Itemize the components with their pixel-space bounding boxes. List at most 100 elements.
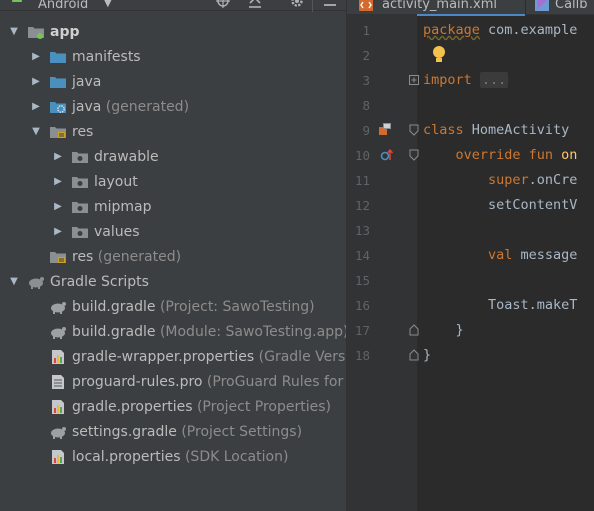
expand-arrow-right-icon[interactable]: ▶ <box>30 95 42 119</box>
tree-item[interactable]: ▶ layout <box>0 170 346 194</box>
code-line[interactable]: } <box>423 343 431 368</box>
line-number: 2 <box>362 48 370 63</box>
tree-item-label: res (generated) <box>72 245 181 269</box>
tree-item-hint: (Project Settings) <box>176 424 303 440</box>
tree-item-hint: (SDK Location) <box>180 449 289 465</box>
tree-item-name: layout <box>94 174 138 190</box>
tree-item-name: res <box>72 249 94 265</box>
chevron-down-icon[interactable]: ▼ <box>104 0 112 9</box>
lightbulb-icon[interactable] <box>432 45 446 65</box>
res-folder-icon <box>50 127 66 138</box>
tree-item-label: mipmap <box>94 195 152 219</box>
expand-arrow-right-icon[interactable]: ▶ <box>30 70 42 94</box>
line-number: 18 <box>354 348 370 363</box>
fold-end-icon[interactable] <box>407 348 421 362</box>
line-number: 14 <box>354 248 370 263</box>
tree-item[interactable]: settings.gradle (Project Settings) <box>0 420 346 444</box>
line-number: 11 <box>354 173 370 188</box>
properties-file-icon <box>52 450 64 464</box>
override-marker-icon[interactable] <box>380 148 394 162</box>
expand-arrow-down-icon[interactable]: ▼ <box>8 270 20 294</box>
code-line[interactable]: val message <box>423 243 577 268</box>
tab-label: activity_main.xml <box>382 0 498 12</box>
code-line[interactable]: } <box>423 318 464 343</box>
editor-tab-bar: activity_main.xml Callb <box>347 0 594 16</box>
code-token: } <box>423 347 432 363</box>
project-panel: Android ▼ ▼ app ▶ manifests ▶ java ▶ java (gene… <box>0 0 346 511</box>
locate-icon[interactable] <box>215 0 231 8</box>
tree-item-hint: (generated) <box>93 249 182 265</box>
code-token: package <box>423 22 480 38</box>
fold-expand-icon[interactable] <box>407 73 421 87</box>
tree-item[interactable]: ▶ values <box>0 220 346 244</box>
expand-arrow-right-icon[interactable]: ▶ <box>52 145 64 169</box>
code-token: } <box>423 322 464 338</box>
tree-item-label: java <box>72 70 101 94</box>
expand-arrow-down-icon[interactable]: ▼ <box>30 120 42 144</box>
tree-item-label: manifests <box>72 45 141 69</box>
toolbar-divider <box>312 0 313 12</box>
code-token: val <box>423 247 513 263</box>
tree-item[interactable]: gradle-wrapper.properties (Gradle Versio <box>0 345 346 369</box>
collapse-all-icon[interactable] <box>247 0 263 8</box>
gradle-file-icon <box>51 302 66 314</box>
code-token: setContentV <box>423 197 578 213</box>
code-line[interactable]: override fun on <box>423 143 578 168</box>
app-module-icon <box>28 27 44 39</box>
tree-item-label: layout <box>94 170 138 194</box>
tree-item[interactable]: local.properties (SDK Location) <box>0 445 346 469</box>
fold-collapse-icon[interactable] <box>407 123 421 137</box>
tree-item[interactable]: build.gradle (Project: SawoTesting) <box>0 295 346 319</box>
tree-item[interactable]: ▶ drawable <box>0 145 346 169</box>
tree-item-label: drawable <box>94 145 159 169</box>
tree-item-label: settings.gradle (Project Settings) <box>72 420 302 444</box>
code-token: message <box>512 247 578 263</box>
code-token: import <box>423 72 472 88</box>
code-line[interactable]: super.onCre <box>423 168 577 193</box>
project-view-selector[interactable]: Android <box>38 0 88 11</box>
tree-item-label: app <box>50 20 80 44</box>
code-editor[interactable]: activity_main.xml Callb 1 2 3 8 9 10 11 12 13 14 1… <box>347 0 594 511</box>
layout-link-icon[interactable] <box>378 122 392 136</box>
tree-item[interactable]: gradle.properties (Project Properties) <box>0 395 346 419</box>
code-token: com.example <box>479 22 578 38</box>
tree-item-name: gradle-wrapper.properties <box>72 349 255 365</box>
folder-icon <box>50 52 66 63</box>
tree-item[interactable]: ▼ app <box>0 20 346 44</box>
code-line[interactable]: Toast.makeT <box>423 293 577 318</box>
expand-arrow-right-icon[interactable]: ▶ <box>52 170 64 194</box>
expand-arrow-right-icon[interactable]: ▶ <box>52 220 64 244</box>
tree-item[interactable]: proguard-rules.pro (ProGuard Rules for S <box>0 370 346 394</box>
tree-item[interactable]: ▶ java (generated) <box>0 95 346 119</box>
fold-collapse-icon[interactable] <box>407 148 421 162</box>
gear-icon[interactable] <box>289 0 305 8</box>
tree-item-hint: (ProGuard Rules for S <box>202 374 346 390</box>
expand-arrow-right-icon[interactable]: ▶ <box>52 195 64 219</box>
code-line[interactable]: class HomeActivity <box>423 118 569 143</box>
tree-item-label: proguard-rules.pro (ProGuard Rules for S <box>72 370 346 394</box>
tree-item[interactable]: ▶ mipmap <box>0 195 346 219</box>
tree-item[interactable]: res (generated) <box>0 245 346 269</box>
tree-item[interactable]: build.gradle (Module: SawoTesting.app) <box>0 320 346 344</box>
code-line[interactable]: package com.example <box>423 18 577 43</box>
hide-panel-icon[interactable] <box>322 0 338 8</box>
tree-item[interactable]: ▶ java <box>0 70 346 94</box>
tree-item-label: java (generated) <box>72 95 189 119</box>
tab-callback[interactable]: Callb <box>526 0 594 14</box>
line-number: 10 <box>354 148 370 163</box>
tree-item-label: build.gradle (Project: SawoTesting) <box>72 295 315 319</box>
code-line[interactable]: setContentV <box>423 193 577 218</box>
tree-item[interactable]: ▶ manifests <box>0 45 346 69</box>
tree-item[interactable]: ▼ Gradle Scripts <box>0 270 346 294</box>
line-number: 3 <box>362 73 370 88</box>
res-folder-icon <box>50 252 66 263</box>
tree-item[interactable]: ▼ res <box>0 120 346 144</box>
expand-arrow-right-icon[interactable]: ▶ <box>30 45 42 69</box>
expand-arrow-down-icon[interactable]: ▼ <box>8 20 20 44</box>
code-line[interactable]: import ... <box>423 68 509 93</box>
properties-file-icon <box>52 350 64 364</box>
tree-item-name: res <box>72 124 94 140</box>
gradle-file-icon <box>51 427 66 439</box>
fold-end-icon[interactable] <box>407 323 421 337</box>
code-token: class <box>423 122 464 138</box>
